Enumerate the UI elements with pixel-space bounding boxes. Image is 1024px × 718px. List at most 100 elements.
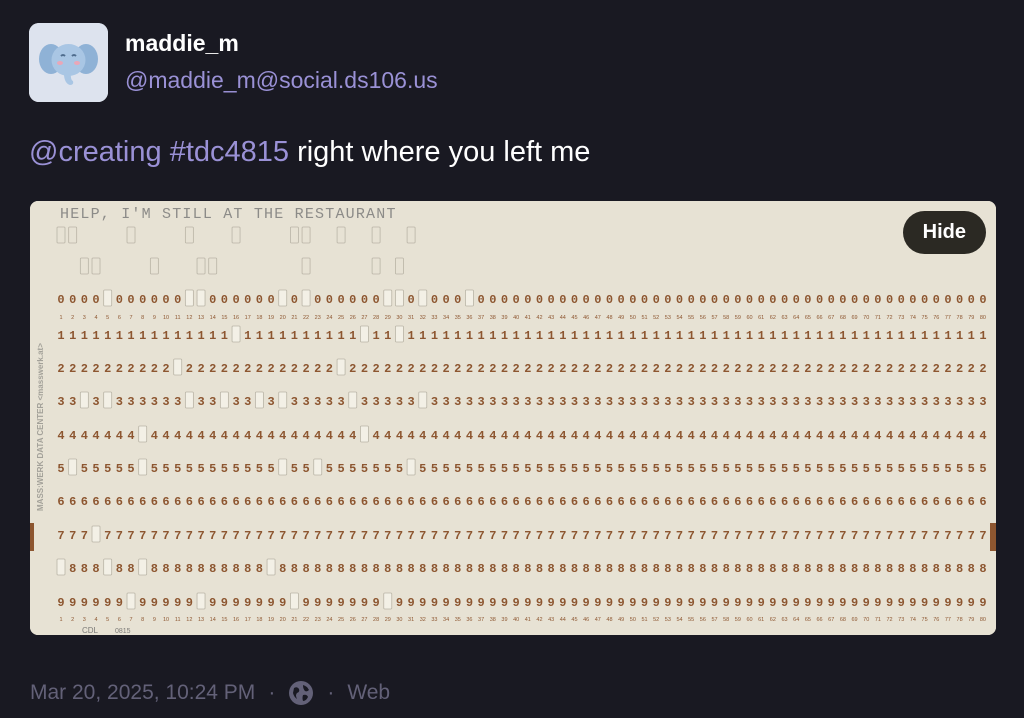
card-column-number: 37	[478, 315, 484, 321]
card-digit: 1	[583, 329, 590, 343]
card-digit: 0	[337, 293, 344, 307]
card-digit: 8	[279, 562, 286, 576]
card-column-number: 7	[129, 315, 132, 321]
card-digit: 6	[302, 495, 309, 509]
card-column-number: 42	[536, 617, 542, 623]
card-digit: 1	[209, 329, 216, 343]
card-digit: 4	[606, 429, 613, 443]
card-column-number: 68	[840, 617, 846, 623]
card-digit: 8	[244, 562, 251, 576]
card-digit: 3	[291, 395, 298, 409]
card-digit: 5	[291, 462, 298, 476]
card-digit: 1	[454, 329, 461, 343]
card-column-number: 15	[221, 315, 227, 321]
card-column-number: 8	[141, 617, 144, 623]
card-digit: 3	[606, 395, 613, 409]
card-digit: 9	[174, 596, 181, 610]
card-digit: 4	[618, 429, 625, 443]
card-column-number: 3	[83, 315, 86, 321]
card-digit: 7	[583, 529, 590, 543]
card-digit: 7	[466, 529, 473, 543]
card-digit: 7	[267, 529, 274, 543]
card-digit: 8	[968, 562, 975, 576]
card-digit: 0	[909, 293, 916, 307]
card-digit: 1	[793, 329, 800, 343]
card-digit: 8	[641, 562, 648, 576]
card-digit: 5	[337, 462, 344, 476]
card-digit: 6	[337, 495, 344, 509]
card-hole	[231, 325, 241, 343]
card-digit: 7	[874, 529, 881, 543]
card-digit: 9	[793, 596, 800, 610]
card-digit: 5	[478, 462, 485, 476]
card-digit: 0	[524, 293, 531, 307]
card-digit: 6	[221, 495, 228, 509]
card-digit: 6	[419, 495, 426, 509]
card-digit: 0	[69, 293, 76, 307]
card-digit: 3	[688, 395, 695, 409]
card-digit: 2	[454, 362, 461, 376]
card-digit: 9	[641, 596, 648, 610]
card-column-number: 32	[420, 617, 426, 623]
card-column-number: 36	[466, 315, 472, 321]
card-digit: 4	[781, 429, 788, 443]
card-column-number: 75	[922, 315, 928, 321]
card-digit: 0	[139, 293, 146, 307]
card-digit: 7	[372, 529, 379, 543]
card-hole	[383, 289, 393, 307]
card-digit: 7	[723, 529, 730, 543]
hide-media-button[interactable]: Hide	[902, 211, 986, 254]
card-digit: 2	[69, 362, 76, 376]
card-digit: 4	[839, 429, 846, 443]
card-digit: 2	[641, 362, 648, 376]
card-digit: 7	[244, 529, 251, 543]
card-digit: 8	[69, 562, 76, 576]
card-digit: 8	[384, 562, 391, 576]
card-digit: 5	[769, 462, 776, 476]
card-column-number: 27	[361, 315, 367, 321]
card-digit: 5	[489, 462, 496, 476]
card-column-number: 26	[350, 315, 356, 321]
card-digit: 4	[769, 429, 776, 443]
card-digit: 7	[816, 529, 823, 543]
card-digit: 4	[92, 429, 99, 443]
card-digit: 9	[302, 596, 309, 610]
card-digit: 5	[851, 462, 858, 476]
card-digit: 4	[244, 429, 251, 443]
author-handle[interactable]: @maddie_m@social.ds106.us	[125, 67, 438, 94]
card-digit: 5	[618, 462, 625, 476]
card-digit: 6	[92, 495, 99, 509]
avatar[interactable]	[29, 23, 108, 102]
card-digit: 2	[734, 362, 741, 376]
media-attachment[interactable]: HELP, I'M STILL AT THE RESTAURANT MASS:W…	[30, 201, 996, 635]
card-digit: 5	[781, 462, 788, 476]
card-digit: 5	[221, 462, 228, 476]
card-digit: 6	[699, 495, 706, 509]
card-column-number: 6	[118, 617, 121, 623]
globe-icon[interactable]	[288, 680, 314, 706]
card-hole	[395, 325, 404, 343]
card-digit: 6	[501, 495, 508, 509]
card-digit: 6	[384, 495, 391, 509]
card-digit: 9	[337, 596, 344, 610]
card-digit: 2	[583, 362, 590, 376]
card-column-number: 48	[606, 315, 612, 321]
card-digit: 0	[898, 293, 905, 307]
hashtag-link[interactable]: #tdc4815	[170, 136, 289, 168]
card-digit: 8	[478, 562, 485, 576]
card-column-number: 40	[513, 617, 519, 623]
card-digit: 4	[162, 429, 169, 443]
card-digit: 0	[326, 293, 333, 307]
card-digit: 3	[769, 395, 776, 409]
card-column-number: 56	[700, 617, 706, 623]
card-digit: 1	[979, 329, 986, 343]
status-timestamp[interactable]: Mar 20, 2025, 10:24 PM	[30, 681, 255, 705]
card-digit: 3	[384, 395, 391, 409]
card-column-number: 59	[735, 617, 741, 623]
card-digit: 8	[337, 562, 344, 576]
author-display-name[interactable]: maddie_m	[125, 30, 239, 57]
card-digit: 0	[606, 293, 613, 307]
mention-link[interactable]: @creating	[29, 136, 162, 168]
card-column-number: 49	[618, 617, 624, 623]
card-digit: 2	[839, 362, 846, 376]
